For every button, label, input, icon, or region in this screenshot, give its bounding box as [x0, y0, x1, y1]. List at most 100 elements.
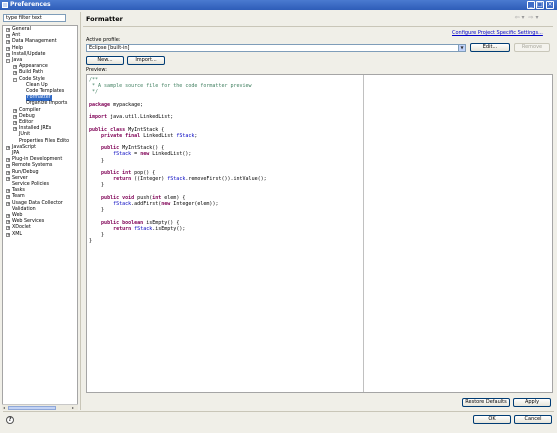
code-token: elem) {: [161, 194, 186, 201]
tree-item-label: JavaScript: [12, 144, 37, 150]
expand-icon[interactable]: +: [6, 232, 10, 237]
expand-icon[interactable]: +: [6, 214, 10, 218]
tree-item-label: Code Style: [19, 76, 45, 82]
expand-icon[interactable]: +: [6, 170, 10, 175]
tree-item-label: Remote Systems: [12, 163, 53, 169]
expand-icon[interactable]: +: [6, 145, 10, 150]
code-line: }: [89, 238, 93, 245]
tree-item-label: Help: [12, 45, 23, 51]
help-icon[interactable]: ?: [6, 416, 14, 424]
maximize-button[interactable]: □: [536, 1, 544, 9]
minimize-button[interactable]: _: [527, 1, 535, 9]
back-dropdown-icon[interactable]: ▾: [521, 15, 525, 21]
code-line: public MyIntStack() {: [89, 145, 164, 151]
scroll-thumb[interactable]: [8, 406, 56, 410]
code-token: pop() {: [131, 170, 156, 176]
expand-icon[interactable]: +: [6, 176, 10, 181]
app-icon: [2, 2, 8, 8]
tree-item-label: Data Management: [12, 39, 57, 45]
code-token: mypackage;: [110, 101, 144, 108]
ok-button[interactable]: OK: [473, 415, 511, 424]
expand-icon[interactable]: +: [13, 127, 17, 132]
print-margin-line: [363, 75, 364, 392]
expand-icon[interactable]: +: [6, 189, 10, 194]
pane-sash[interactable]: [80, 12, 81, 410]
code-token: return: [113, 176, 132, 183]
expand-icon[interactable]: +: [6, 158, 10, 163]
code-token: fStack: [176, 132, 195, 139]
configure-project-settings-link[interactable]: Configure Project Specific Settings...: [452, 30, 543, 36]
expand-icon[interactable]: +: [13, 108, 17, 113]
collapse-icon[interactable]: -: [6, 59, 10, 63]
code-line: */: [89, 89, 99, 96]
code-line: private final LinkedList fStack;: [89, 133, 197, 139]
expand-icon[interactable]: +: [6, 220, 10, 225]
expand-icon[interactable]: +: [13, 114, 17, 119]
restore-defaults-button[interactable]: Restore Defaults: [462, 398, 510, 407]
profile-value: Eclipse [built-in]: [89, 45, 130, 51]
tree-item-label: Server: [12, 175, 28, 181]
expand-icon[interactable]: +: [6, 195, 10, 200]
profile-select[interactable]: Eclipse [built-in] ▼: [86, 44, 466, 52]
bottom-separator: [3, 411, 554, 412]
code-token: fStack: [113, 151, 132, 158]
code-token: ;: [194, 132, 198, 139]
edit-button[interactable]: Edit...: [470, 43, 510, 52]
expand-icon[interactable]: +: [6, 46, 10, 51]
tree-item-label: Build Path: [19, 70, 44, 76]
tree-item-label: Usage Data Collector: [12, 200, 63, 206]
window-title: Preferences: [10, 1, 51, 8]
expand-icon[interactable]: +: [6, 34, 10, 39]
code-token: public: [101, 219, 120, 226]
code-preview[interactable]: /** * A sample source file for the code …: [86, 74, 553, 393]
tree-horizontal-scrollbar[interactable]: ◂ ▸: [2, 404, 78, 410]
forward-dropdown-icon[interactable]: ▾: [535, 15, 539, 21]
expand-icon[interactable]: +: [13, 121, 17, 125]
expand-icon[interactable]: +: [13, 65, 17, 70]
filter-input[interactable]: type filter text: [3, 14, 66, 22]
code-token: fStack: [167, 176, 186, 183]
code-line: }: [89, 232, 105, 238]
expand-icon[interactable]: +: [6, 28, 10, 32]
scroll-left-icon[interactable]: ◂: [3, 406, 7, 410]
close-button[interactable]: ×: [546, 1, 554, 9]
remove-button[interactable]: Remove: [514, 43, 550, 52]
expand-icon[interactable]: +: [6, 52, 10, 57]
back-arrow-icon[interactable]: ⇦: [513, 15, 521, 21]
code-token: private: [101, 132, 123, 139]
tree-item-label: XML: [12, 231, 23, 237]
new-button[interactable]: New...: [86, 56, 124, 65]
code-line: }: [89, 207, 105, 214]
code-line: package mypackage;: [89, 102, 143, 108]
tree-item-label: Install/Update: [12, 51, 46, 57]
chevron-down-icon[interactable]: ▼: [458, 45, 465, 51]
code-token: new: [161, 201, 171, 207]
code-line: public void push(int elem) {: [89, 195, 185, 201]
code-token: public: [101, 145, 120, 152]
code-token: push(: [134, 194, 153, 201]
tree-item-label: Validation: [12, 206, 36, 212]
code-token: MyIntStack() {: [119, 145, 165, 152]
collapse-icon[interactable]: -: [13, 77, 17, 82]
expand-icon[interactable]: +: [13, 71, 17, 76]
tree-item-label: XDoclet: [12, 225, 31, 231]
import-button[interactable]: Import...: [127, 56, 165, 65]
forward-arrow-icon[interactable]: ⇨: [527, 15, 535, 21]
code-line: fStack = new LinkedList();: [89, 151, 191, 157]
scroll-right-icon[interactable]: ▸: [72, 406, 76, 410]
cancel-button[interactable]: Cancel: [514, 415, 552, 424]
page-title: Formatter: [86, 15, 123, 23]
expand-icon[interactable]: +: [6, 164, 10, 169]
expand-icon[interactable]: +: [6, 226, 10, 231]
expand-icon[interactable]: +: [6, 40, 10, 45]
apply-button[interactable]: Apply: [513, 398, 551, 407]
expand-icon[interactable]: +: [6, 201, 10, 206]
tree-item-label: Team: [12, 194, 25, 200]
code-token: new: [140, 151, 150, 158]
code-line: * A sample source file for the code form…: [89, 83, 252, 90]
